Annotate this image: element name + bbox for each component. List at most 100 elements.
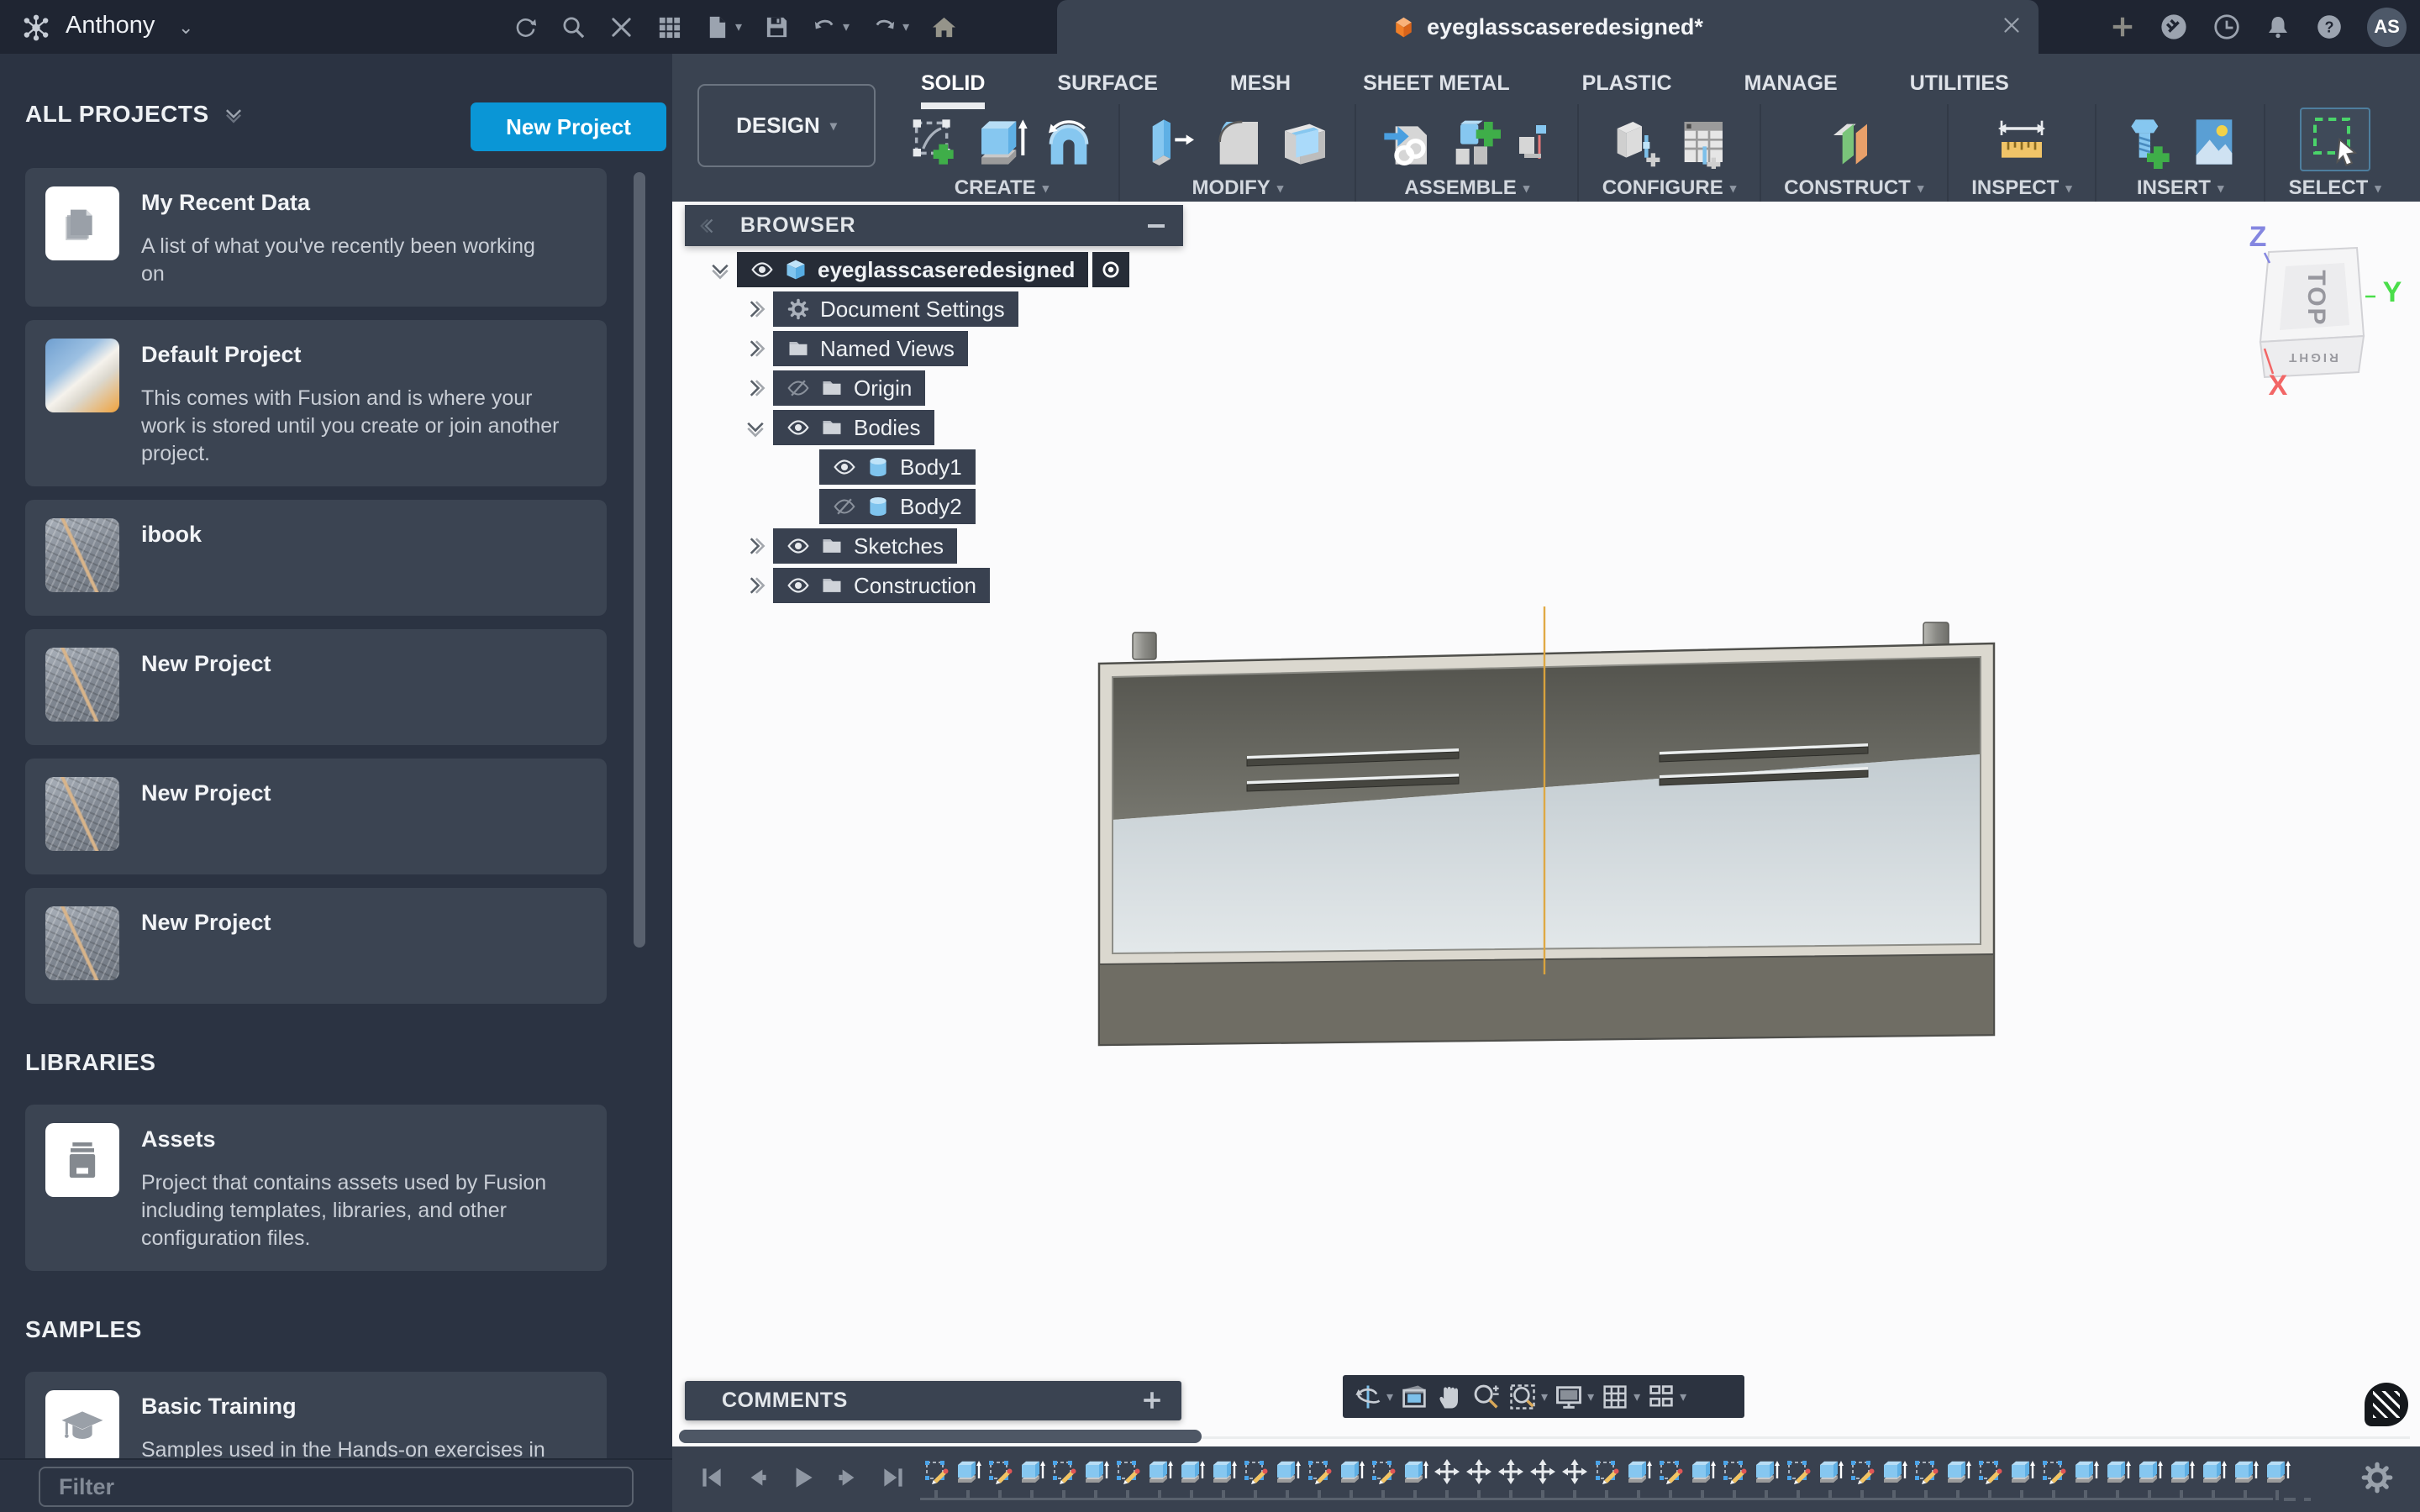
timeline-feature-extrude-33[interactable]	[1944, 1458, 1971, 1494]
tool-sketch-icon[interactable]	[908, 115, 961, 169]
visibility-eye-icon[interactable]	[786, 416, 810, 439]
tree-node[interactable]: Body1	[819, 449, 976, 485]
timeline-settings-gear-icon[interactable]	[2360, 1460, 2395, 1495]
sidebar-scrollbar[interactable]	[634, 172, 645, 948]
playback-step-back-button[interactable]	[743, 1463, 771, 1492]
close-tab-icon[interactable]	[2002, 15, 2022, 35]
group-label-inspect[interactable]: INSPECT▾	[1971, 176, 2072, 200]
job-status-clock-button[interactable]	[2212, 13, 2241, 41]
timeline-feature-sketch-26[interactable]	[1721, 1458, 1748, 1494]
playback-play-button[interactable]	[788, 1463, 817, 1492]
timeline-feature-sketch-36[interactable]	[2040, 1458, 2067, 1494]
collapse-node-icon[interactable]	[708, 258, 732, 281]
timeline-feature-extrude-12[interactable]	[1274, 1458, 1301, 1494]
save-button[interactable]	[764, 14, 790, 40]
notifications-button[interactable]	[2265, 13, 2291, 40]
tree-node[interactable]: eyeglasscaseredesigned	[737, 252, 1088, 287]
timeline-feature-extrude-9[interactable]	[1178, 1458, 1205, 1494]
tool-fillet-icon[interactable]	[1211, 115, 1265, 169]
group-label-select[interactable]: SELECT▾	[2289, 176, 2381, 200]
timeline-feature-extrude-25[interactable]	[1689, 1458, 1716, 1494]
tool-measure-icon[interactable]	[1995, 115, 2049, 169]
chevron-down-icon[interactable]: ▾	[1680, 1389, 1686, 1405]
timeline-feature-sketch-15[interactable]	[1370, 1458, 1397, 1494]
timeline-feature-extrude-6[interactable]	[1082, 1458, 1109, 1494]
viewcube-front-label[interactable]: RIGHT	[2286, 350, 2338, 365]
collapse-node-icon[interactable]	[744, 416, 767, 439]
playback-skip-start-button[interactable]	[697, 1463, 726, 1492]
select-tool-active[interactable]	[2300, 108, 2370, 171]
home-button[interactable]	[931, 14, 957, 40]
document-tab[interactable]: eyeglasscaseredesigned*	[1057, 0, 2039, 54]
tab-utilities[interactable]: UTILITIES	[1910, 54, 2009, 109]
timeline-feature-sketch-1[interactable]	[923, 1458, 950, 1494]
group-label-insert[interactable]: INSERT▾	[2137, 176, 2224, 200]
model-hinge-left[interactable]	[1133, 633, 1156, 659]
project-card-new-project[interactable]: New Project	[25, 888, 607, 1004]
tree-node[interactable]: Document Settings	[773, 291, 1018, 327]
nav-fit-button[interactable]: ▾	[1507, 1382, 1548, 1412]
workspace-selector[interactable]: DESIGN ▾	[697, 84, 876, 167]
tool-plane-icon[interactable]	[1827, 115, 1881, 169]
group-label-modify[interactable]: MODIFY▾	[1192, 176, 1283, 200]
view-cube[interactable]: TOP RIGHT Z Y X	[2231, 214, 2412, 395]
timeline-feature-move-19[interactable]	[1497, 1458, 1524, 1494]
model-hinge-right[interactable]	[1923, 622, 1949, 649]
projects-filter-dropdown[interactable]: ALL PROJECTS	[25, 101, 245, 128]
timeline-feature-sketch-34[interactable]	[1976, 1458, 2003, 1494]
extensions-button[interactable]	[2159, 12, 2189, 42]
playback-skip-end-button[interactable]	[879, 1463, 908, 1492]
timeline-feature-sketch-22[interactable]	[1593, 1458, 1620, 1494]
model-floor[interactable]	[1113, 754, 1981, 953]
project-card-assets[interactable]: AssetsProject that contains assets used …	[25, 1105, 607, 1271]
timeline-feature-extrude-4[interactable]	[1018, 1458, 1045, 1494]
browser-header[interactable]: BROWSER	[685, 205, 1183, 246]
tree-row-origin[interactable]: Origin	[685, 369, 1273, 408]
timeline-feature-sketch-3[interactable]	[986, 1458, 1013, 1494]
search-button[interactable]	[560, 14, 587, 40]
undo-button[interactable]: ▾	[812, 14, 850, 40]
visibility-eye-icon[interactable]	[786, 574, 810, 597]
timeline-feature-extrude-16[interactable]	[1402, 1458, 1428, 1494]
timeline-feature-extrude-42[interactable]	[2232, 1458, 2259, 1494]
chevron-down-icon[interactable]: ▾	[1634, 1389, 1640, 1405]
tree-node[interactable]: Named Views	[773, 331, 968, 366]
expand-node-icon[interactable]	[744, 376, 767, 400]
file-menu-button[interactable]: ▾	[704, 14, 742, 40]
visibility-eye-off-icon[interactable]	[786, 376, 810, 400]
tree-row-construction[interactable]: Construction	[685, 566, 1273, 606]
timeline-feature-extrude-2[interactable]	[955, 1458, 981, 1494]
viewport[interactable]: TOP RIGHT Z Y X BROWSER eyeglasscaserede…	[672, 202, 2420, 1446]
nav-display-button[interactable]: ▾	[1554, 1382, 1594, 1412]
nav-views-button[interactable]: ▾	[1646, 1382, 1686, 1412]
timeline-feature-sketch-7[interactable]	[1114, 1458, 1141, 1494]
tab-solid[interactable]: SOLID	[921, 54, 985, 109]
user-menu[interactable]: Anthony	[66, 12, 155, 39]
filter-input[interactable]	[39, 1467, 634, 1507]
timeline-feature-extrude-27[interactable]	[1753, 1458, 1780, 1494]
project-card-ibook[interactable]: ibook	[25, 500, 607, 616]
collapse-panel-icon[interactable]	[698, 216, 718, 236]
timeline-feature-move-21[interactable]	[1561, 1458, 1588, 1494]
group-label-construct[interactable]: CONSTRUCT▾	[1784, 176, 1923, 200]
visibility-eye-icon[interactable]	[786, 534, 810, 558]
tab-manage[interactable]: MANAGE	[1744, 54, 1838, 109]
comments-bar[interactable]: COMMENTS	[685, 1381, 1181, 1420]
timeline-feature-extrude-38[interactable]	[2104, 1458, 2131, 1494]
app-grid-button[interactable]	[656, 14, 682, 40]
timeline-feature-extrude-39[interactable]	[2136, 1458, 2163, 1494]
timeline-feature-extrude-41[interactable]	[2200, 1458, 2227, 1494]
help-button[interactable]	[2315, 13, 2344, 41]
nav-grid-button[interactable]: ▾	[1600, 1382, 1640, 1412]
timeline-feature-sketch-5[interactable]	[1050, 1458, 1077, 1494]
tree-row-body1[interactable]: Body1	[685, 448, 1273, 487]
group-label-create[interactable]: CREATE▾	[955, 176, 1049, 200]
tree-node[interactable]: Bodies	[773, 410, 934, 445]
close-data-panel-button[interactable]	[608, 14, 634, 40]
nav-orbit-button[interactable]: ▾	[1353, 1382, 1393, 1412]
tree-row-sketches[interactable]: Sketches	[685, 527, 1273, 566]
tool-jointorigin-icon[interactable]	[1514, 122, 1555, 162]
tool-configtable-icon[interactable]	[1676, 115, 1729, 169]
timeline-feature-extrude-35[interactable]	[2008, 1458, 2035, 1494]
project-card-new-project[interactable]: New Project	[25, 759, 607, 874]
